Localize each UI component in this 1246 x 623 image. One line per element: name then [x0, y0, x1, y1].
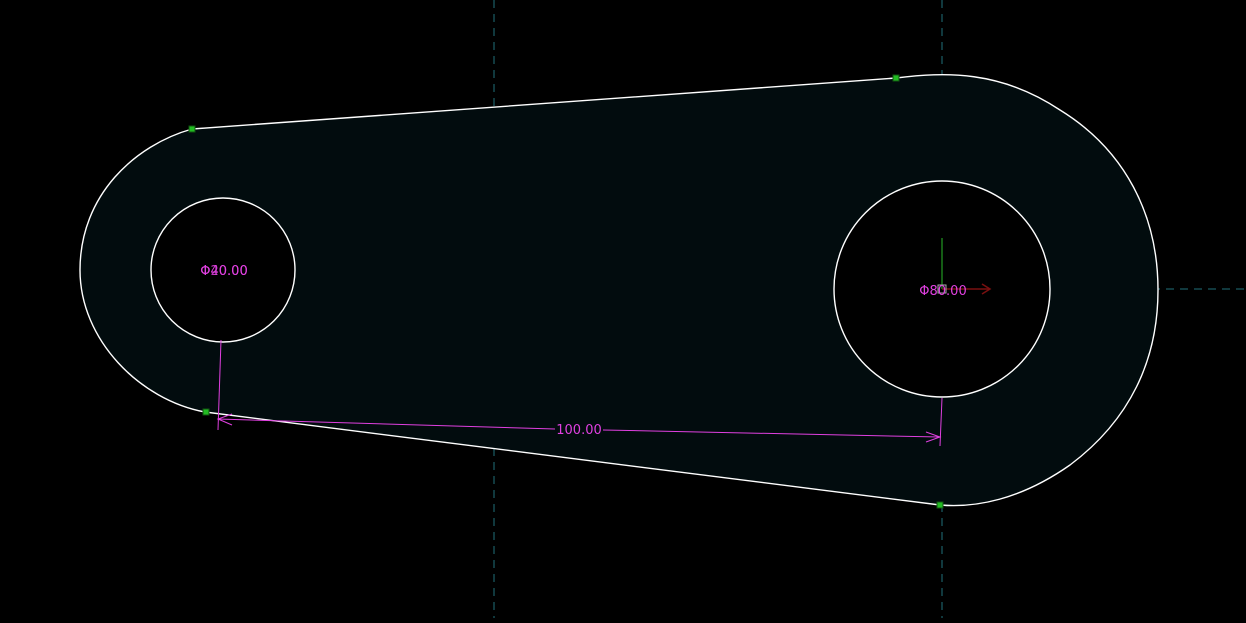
center-distance-label[interactable]: 100.00 [556, 423, 602, 438]
cad-viewport[interactable]: 100.00 Φ20.00 Φ40.00 Φ80.00 [0, 0, 1246, 618]
grip-point-icon[interactable] [892, 74, 900, 82]
grip-point-icon[interactable] [202, 408, 210, 416]
grip-point-icon[interactable] [188, 125, 196, 133]
large-hole-diameter-label[interactable]: Φ80.00 [919, 284, 966, 299]
drawing-canvas[interactable]: 100.00 Φ20.00 Φ40.00 Φ80.00 [0, 0, 1246, 618]
small-hole-diameter-label[interactable]: Φ40.00 [200, 264, 247, 279]
grip-point-icon[interactable] [936, 501, 944, 509]
